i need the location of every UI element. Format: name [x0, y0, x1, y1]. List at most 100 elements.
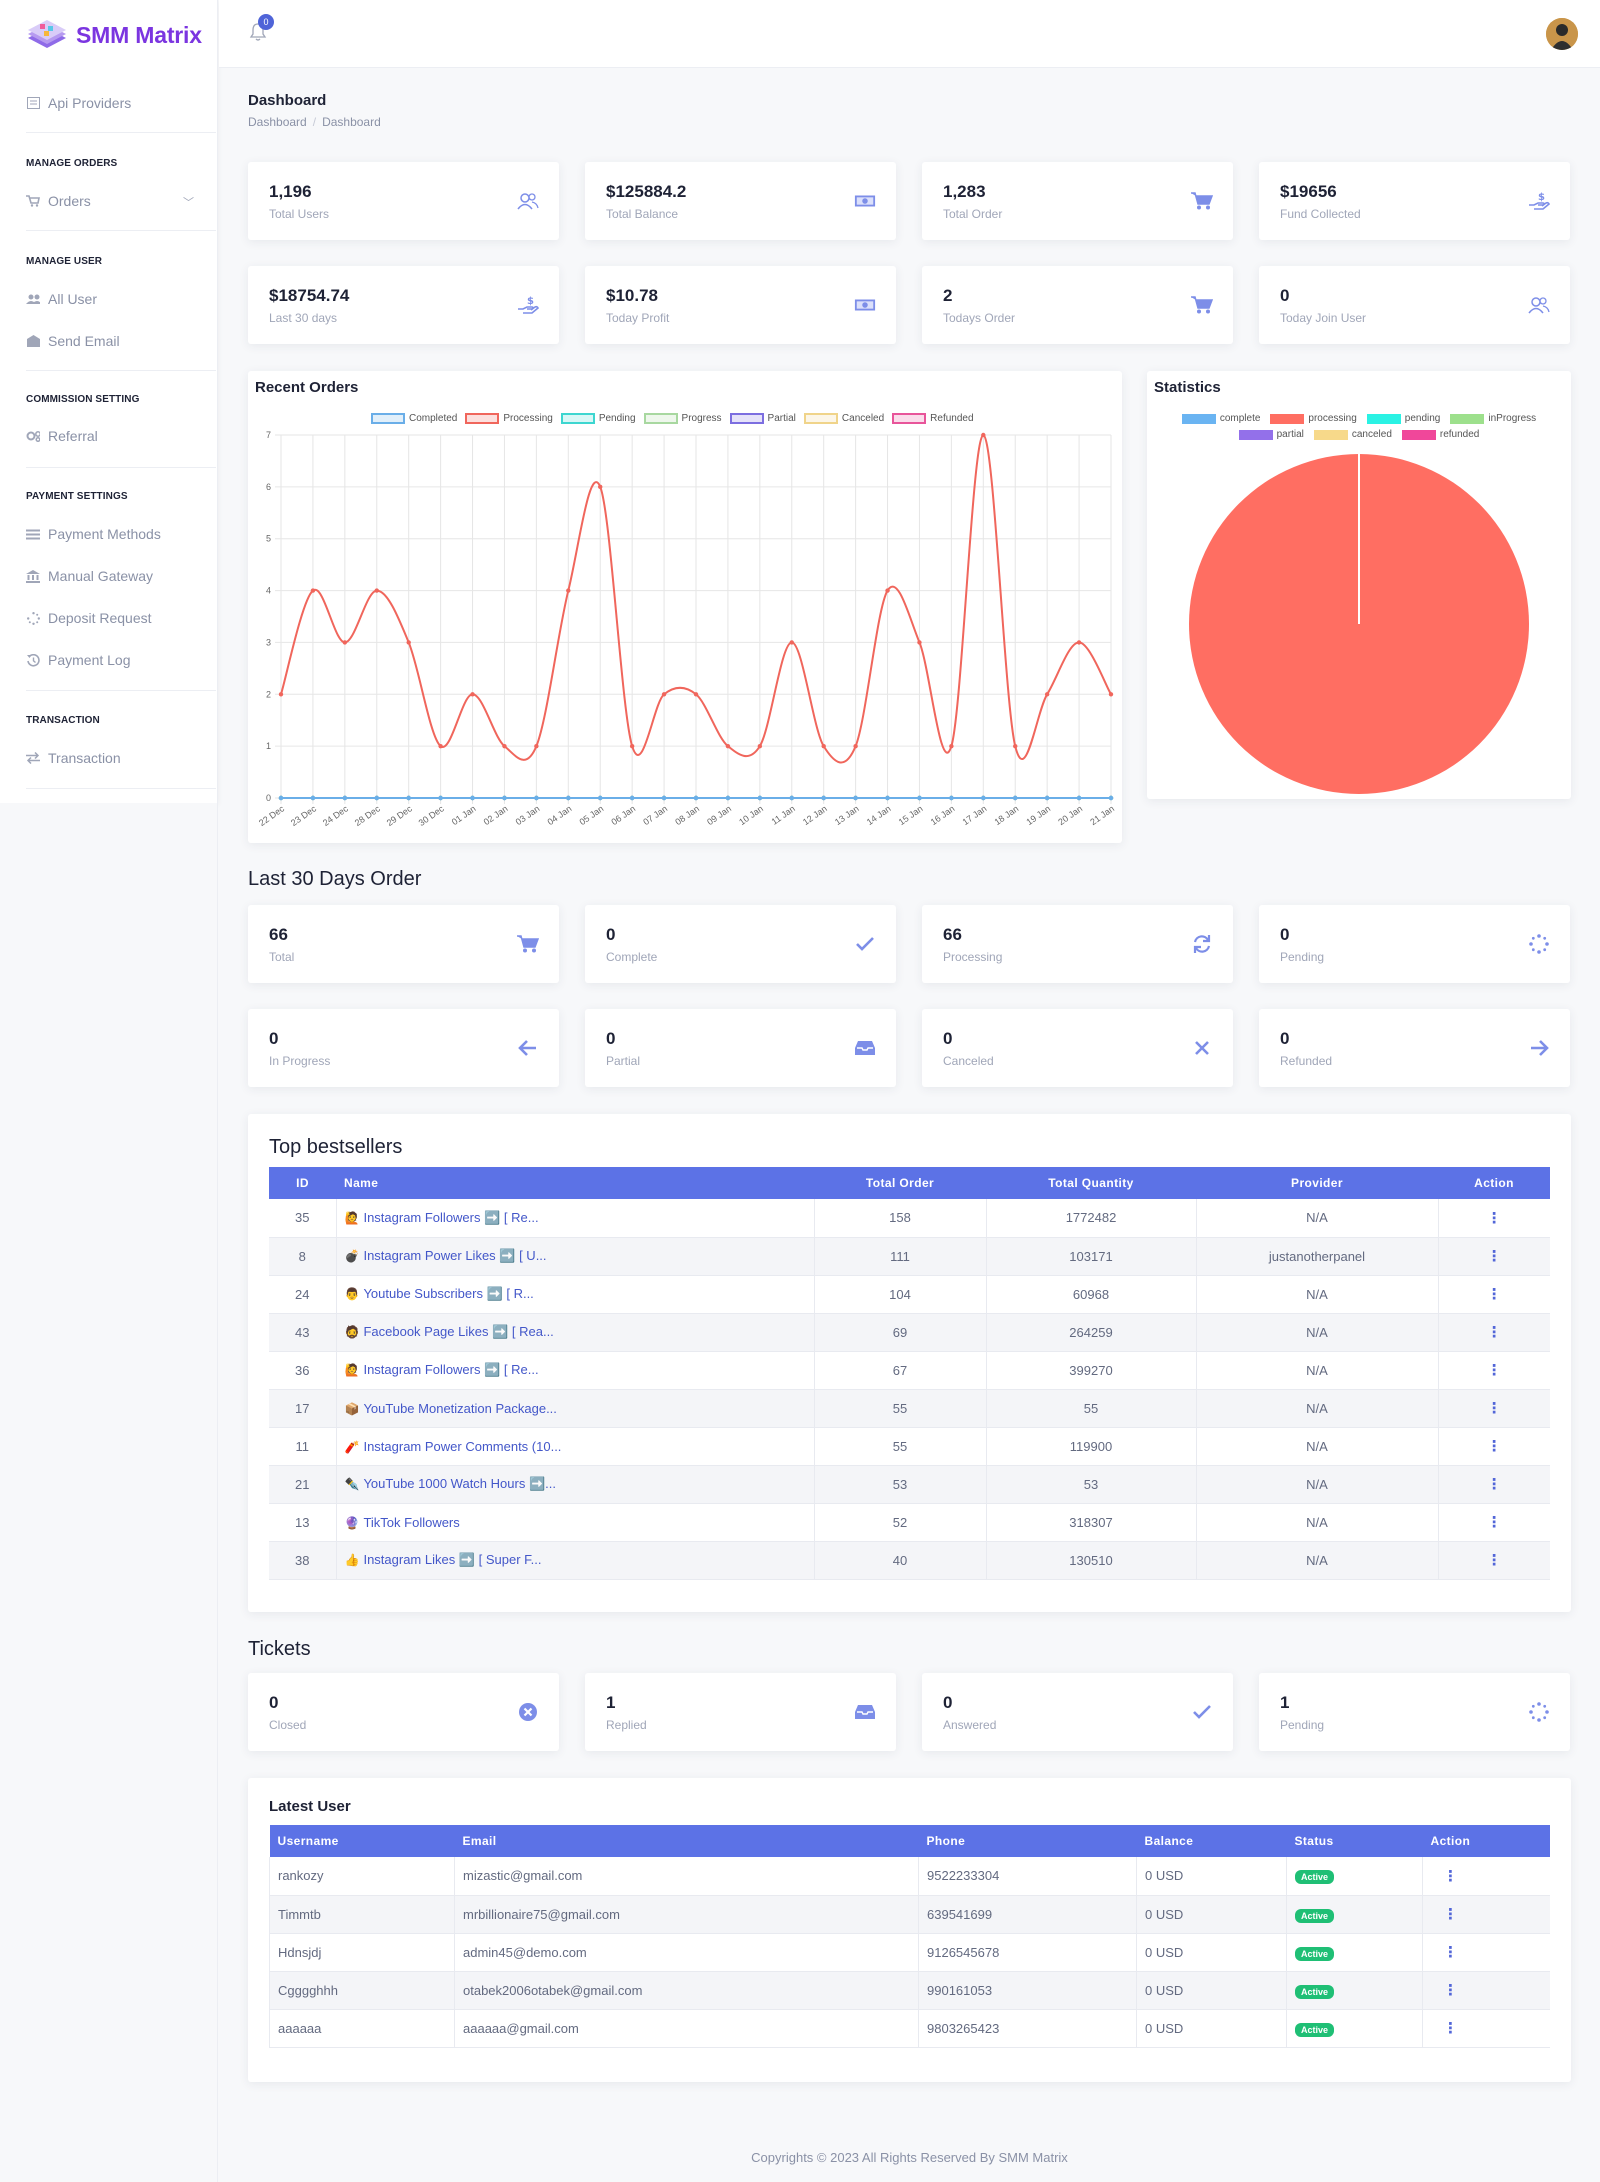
more-vertical-icon[interactable]: ⋮ [1487, 1400, 1502, 1417]
name-cell[interactable]: 🧔 Facebook Page Likes ➡️ [ Rea... [335, 1313, 814, 1352]
column-header[interactable]: Phone [918, 1825, 1137, 1857]
service-link[interactable]: TikTok Followers [363, 1515, 459, 1530]
x-tick-label: 14 Jan [865, 803, 893, 827]
name-cell[interactable]: 🧨 Instagram Power Comments (10... [335, 1427, 814, 1466]
stat-value: $19656 [1280, 182, 1337, 201]
column-header[interactable]: Name [336, 1167, 814, 1199]
bestsellers-table-wrap: ID Name Total Order Total Quantity Provider A… [269, 1167, 1550, 1580]
column-header[interactable]: Username [269, 1825, 455, 1857]
more-vertical-icon[interactable]: ⋮ [1487, 1286, 1502, 1303]
more-vertical-icon[interactable]: ⋮ [1487, 1438, 1502, 1455]
column-header[interactable]: Action [1422, 1825, 1550, 1857]
service-link[interactable]: Instagram Followers ➡️ [ Re... [363, 1210, 538, 1225]
spinner-icon [1528, 1701, 1550, 1723]
breadcrumb-item[interactable]: Dashboard [248, 115, 307, 129]
stat-label: Pending [1280, 1718, 1325, 1732]
name-cell[interactable]: 🙋 Instagram Followers ➡️ [ Re... [335, 1199, 814, 1238]
more-vertical-icon[interactable]: ⋮ [1443, 1982, 1458, 1999]
service-emoji-icon: 🔮 [344, 1515, 360, 1530]
service-link[interactable]: Instagram Power Comments (10... [363, 1439, 561, 1454]
column-header[interactable]: Status [1286, 1825, 1423, 1857]
more-vertical-icon[interactable]: ⋮ [1443, 1868, 1458, 1885]
chevron-down-icon[interactable]: ﹀ [183, 194, 194, 210]
stat-value: 1 [1280, 1693, 1290, 1712]
pie-chart [1189, 454, 1529, 794]
hand-dollar-icon: $ [1528, 190, 1550, 212]
service-link[interactable]: Instagram Power Likes ➡️ [ U... [363, 1248, 546, 1263]
status-cell: Active [1286, 1895, 1423, 1934]
sidebar-item-manual-gateway[interactable]: Manual Gateway [26, 568, 153, 584]
name-cell[interactable]: 📦 YouTube Monetization Package... [335, 1389, 814, 1428]
more-vertical-icon[interactable]: ⋮ [1487, 1210, 1502, 1227]
name-cell[interactable]: 🔮 TikTok Followers [335, 1503, 814, 1542]
sidebar-item-transaction[interactable]: Transaction [26, 750, 121, 766]
x-tick-label: 09 Jan [705, 803, 733, 827]
brand-logo[interactable]: SMM Matrix [26, 14, 202, 56]
table-row: 24 👨 Youtube Subscribers ➡️ [ R... 104 60968… [269, 1275, 1550, 1314]
provider-cell: N/A [1195, 1199, 1438, 1238]
sidebar-item-referral[interactable]: Referral [26, 428, 98, 444]
action-cell: ⋮ [1437, 1465, 1550, 1504]
sidebar-item-label: Api Providers [48, 95, 132, 111]
name-cell[interactable]: 👍 Instagram Likes ➡️ [ Super F... [335, 1541, 814, 1580]
column-header[interactable]: Email [454, 1825, 919, 1857]
column-header[interactable]: ID [269, 1167, 336, 1199]
sidebar-item-all-user[interactable]: All User [26, 291, 97, 307]
more-vertical-icon[interactable]: ⋮ [1487, 1476, 1502, 1493]
username-cell: rankozy [269, 1857, 455, 1896]
data-point [949, 795, 954, 801]
sidebar-item-label: Manual Gateway [48, 568, 154, 584]
data-point [885, 795, 890, 801]
name-cell[interactable]: ✒️ YouTube 1000 Watch Hours ➡️... [335, 1465, 814, 1504]
sidebar-item-payment-methods[interactable]: Payment Methods [26, 526, 161, 542]
name-cell[interactable]: 🙋 Instagram Followers ➡️ [ Re... [335, 1351, 814, 1390]
action-cell: ⋮ [1422, 1895, 1550, 1934]
more-vertical-icon[interactable]: ⋮ [1487, 1324, 1502, 1341]
column-header[interactable]: Provider [1196, 1167, 1438, 1199]
more-vertical-icon[interactable]: ⋮ [1487, 1514, 1502, 1531]
service-emoji-icon: 📦 [344, 1401, 360, 1416]
stat-label: Total Order [943, 207, 1003, 221]
column-header[interactable]: Total Order [814, 1167, 986, 1199]
sidebar-item-orders[interactable]: Orders [26, 193, 91, 209]
sidebar-item-deposit-request[interactable]: Deposit Request [26, 610, 152, 626]
stat-label: Total [269, 950, 295, 964]
data-point [502, 743, 507, 749]
more-vertical-icon[interactable]: ⋮ [1487, 1362, 1502, 1379]
divider [26, 132, 216, 133]
id-cell: 17 [269, 1389, 336, 1428]
status-badge: Active [1295, 1946, 1335, 1961]
service-link[interactable]: Instagram Likes ➡️ [ Super F... [363, 1552, 541, 1567]
more-vertical-icon[interactable]: ⋮ [1443, 2020, 1458, 2037]
column-header[interactable]: Total Quantity [986, 1167, 1196, 1199]
column-header[interactable]: Balance [1136, 1825, 1287, 1857]
more-vertical-icon[interactable]: ⋮ [1443, 1944, 1458, 1961]
arrow-right-icon [1528, 1037, 1550, 1059]
sidebar-item-payment-log[interactable]: Payment Log [26, 652, 131, 668]
x-tick-label: 22 Dec [257, 803, 287, 828]
stat-card: 66 Total [248, 905, 559, 983]
sidebar-item-send-email[interactable]: Send Email [26, 333, 120, 349]
data-point [406, 640, 411, 645]
service-link[interactable]: Instagram Followers ➡️ [ Re... [363, 1362, 538, 1377]
service-link[interactable]: YouTube 1000 Watch Hours ➡️... [363, 1476, 556, 1491]
data-point [757, 743, 763, 749]
more-vertical-icon[interactable]: ⋮ [1487, 1248, 1502, 1265]
stat-value: 1 [606, 1693, 616, 1712]
more-vertical-icon[interactable]: ⋮ [1487, 1552, 1502, 1569]
service-emoji-icon: ✒️ [344, 1477, 360, 1491]
service-link[interactable]: YouTube Monetization Package... [363, 1401, 556, 1416]
stat-value: 0 [1280, 925, 1290, 944]
service-link[interactable]: Youtube Subscribers ➡️ [ R... [363, 1286, 533, 1301]
avatar[interactable] [1546, 18, 1578, 50]
more-vertical-icon[interactable]: ⋮ [1443, 1906, 1458, 1923]
total-quantity-cell: 1772482 [985, 1199, 1196, 1238]
name-cell[interactable]: 💣 Instagram Power Likes ➡️ [ U... [335, 1237, 814, 1276]
x-tick-label: 29 Dec [385, 803, 415, 828]
sidebar-item-api-providers[interactable]: Api Providers [26, 95, 131, 111]
data-point [725, 743, 731, 749]
column-header[interactable]: Action [1438, 1167, 1550, 1199]
name-cell[interactable]: 👨 Youtube Subscribers ➡️ [ R... [335, 1275, 814, 1314]
service-link[interactable]: Facebook Page Likes ➡️ [ Rea... [363, 1324, 553, 1339]
breadcrumb: Dashboard / Dashboard [248, 115, 381, 129]
